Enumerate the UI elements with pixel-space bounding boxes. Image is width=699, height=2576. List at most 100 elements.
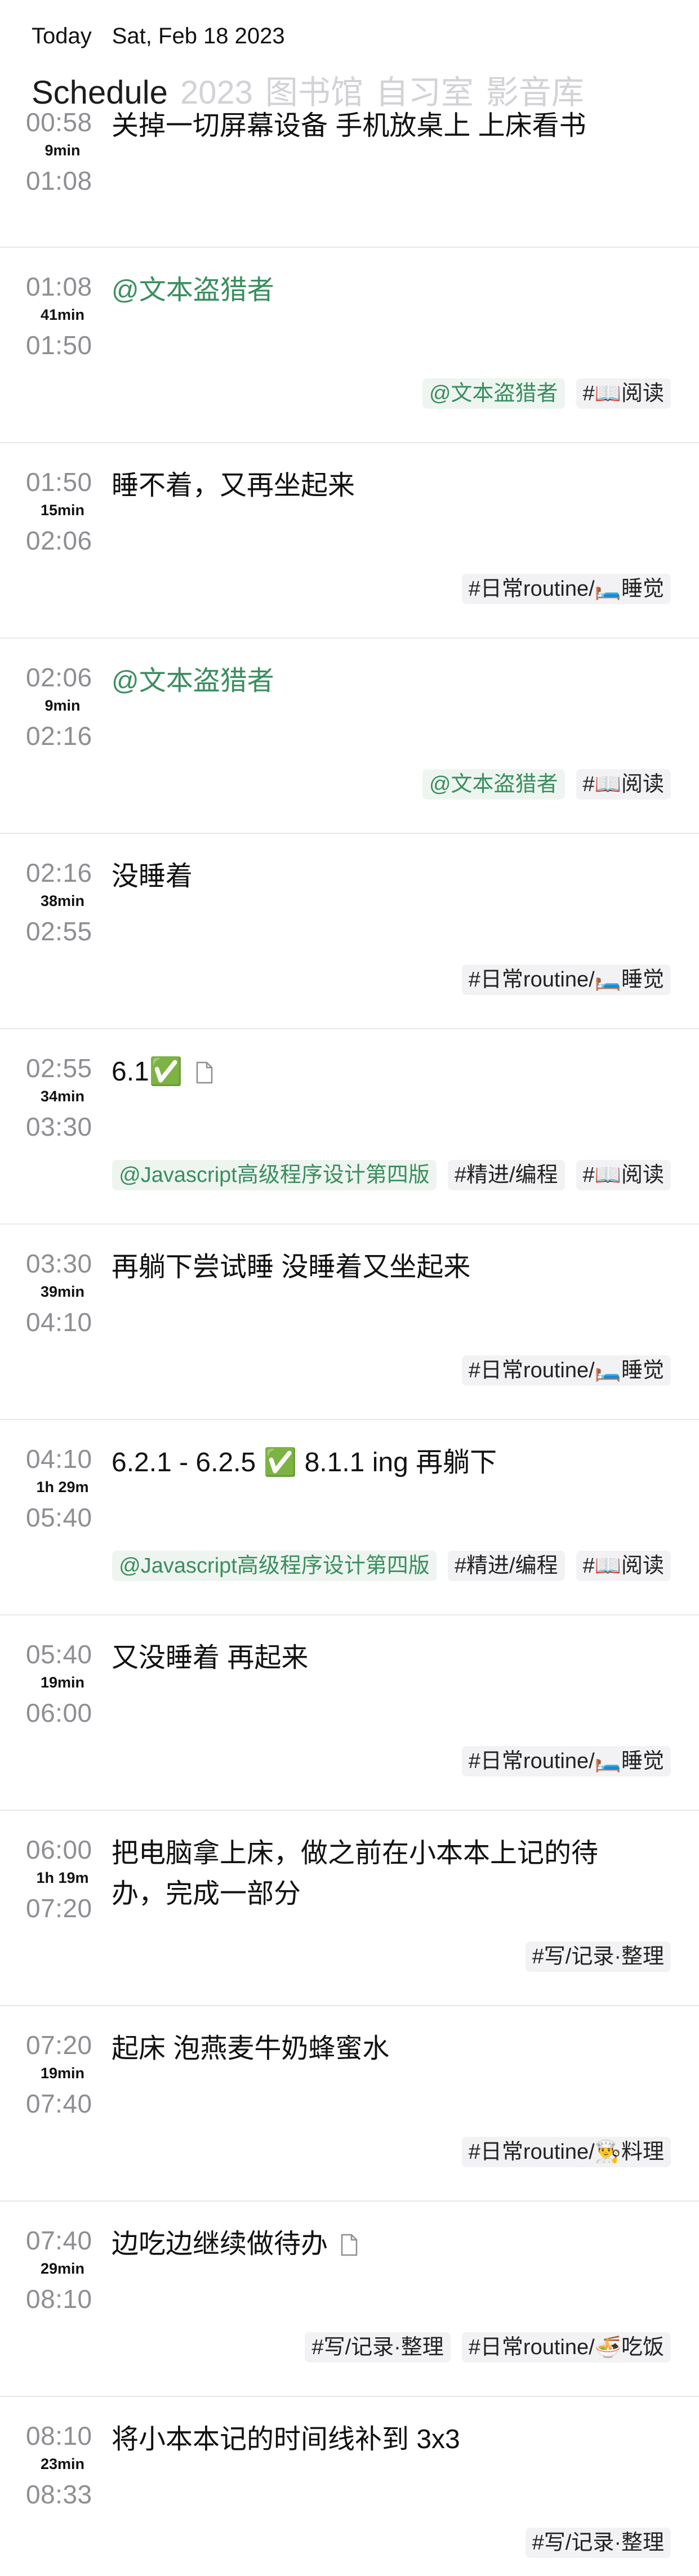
entry-title[interactable]: @文本盗猎者 [112,270,648,311]
end-time: 02:55 [26,917,92,946]
document-icon[interactable] [340,2227,358,2256]
tag-list: #日常routine/👨‍🍳料理 [461,2137,671,2167]
entry-title[interactable]: @文本盗猎者 [112,661,648,702]
tag-list: @Javascript高级程序设计第四版 #精进/编程 #📖阅读 [112,1160,671,1190]
entry-title-text: 把电脑拿上床，做之前在小本本上记的待办，完成一部分 [112,1838,599,1909]
hashtag[interactable]: #日常routine/🛏️睡觉 [461,1355,671,1386]
tag-list: @文本盗猎者 #📖阅读 [422,769,671,800]
schedule-entry[interactable]: 07:40 29min 08:10 边吃边继续做待办 #写/记录·整理 #日常routin… [0,2202,699,2397]
start-time: 08:10 [26,2421,92,2450]
today-label[interactable]: Today [32,24,92,49]
entry-title-text: 再躺下尝试睡 没睡着又坐起来 [112,1252,471,1282]
tag-list: #日常routine/🛏️睡觉 [461,574,671,604]
entry-title-text: 将小本本记的时间线补到 3x3 [112,2425,460,2454]
schedule-entry[interactable]: 05:40 19min 06:00 又没睡着 再起来 #日常routine/🛏️睡觉 [0,1615,699,1811]
entry-title-text: 关掉一切屏幕设备 手机放桌上 上床看书 [112,111,586,141]
hashtag[interactable]: #写/记录·整理 [525,1941,671,1972]
entry-title-text: 没睡着 [112,861,193,891]
entry-title[interactable]: 6.1✅ [112,1052,648,1092]
start-time: 03:30 [26,1249,92,1278]
hashtag[interactable]: #📖阅读 [576,769,671,800]
end-time: 08:33 [26,2480,92,2509]
schedule-list: 00:58 9min 01:08 关掉一切屏幕设备 手机放桌上 上床看书 01:08 41… [0,107,699,2576]
mention-tag[interactable]: @文本盗猎者 [422,378,565,409]
schedule-entry[interactable]: 02:16 38min 02:55 没睡着 #日常routine/🛏️睡觉 [0,834,699,1029]
tag-list: #写/记录·整理 [525,1941,671,1972]
hashtag[interactable]: #写/记录·整理 [525,2528,671,2558]
hashtag[interactable]: #📖阅读 [576,1551,671,1581]
entry-title-text: 6.2.1 - 6.2.5 ✅ 8.1.1 ing 再躺下 [112,1448,497,1477]
schedule-entry[interactable]: 06:00 1h 19m 07:20 把电脑拿上床，做之前在小本本上记的待办，完成一部… [0,1811,699,2006]
start-time: 02:55 [26,1053,92,1083]
start-time: 00:58 [26,108,92,137]
schedule-entry[interactable]: 01:50 15min 02:06 睡不着，又再坐起来 #日常routine/🛏️睡觉 [0,443,699,639]
start-time: 05:40 [26,1640,92,1669]
entry-title[interactable]: 再躺下尝试睡 没睡着又坐起来 [112,1247,648,1288]
hashtag[interactable]: #日常routine/🍜吃饭 [461,2332,671,2363]
schedule-entry[interactable]: 02:55 34min 03:30 6.1✅ @Javascript高级程序设计第四版 #… [0,1029,699,1225]
entry-title-text: 又没睡着 再起来 [112,1643,309,1673]
duration: 9min [44,142,81,159]
end-time: 05:40 [26,1503,92,1532]
document-icon[interactable] [195,1055,213,1084]
entry-title[interactable]: 起床 泡燕麦牛奶蜂蜜水 [112,2029,648,2069]
duration: 19min [40,1674,85,1691]
hashtag[interactable]: #📖阅读 [576,1160,671,1190]
schedule-entry[interactable]: 07:20 19min 07:40 起床 泡燕麦牛奶蜂蜜水 #日常routine/👨‍🍳… [0,2006,699,2202]
end-time: 01:50 [26,331,92,360]
start-time: 06:00 [26,1835,92,1864]
hashtag[interactable]: #日常routine/🛏️睡觉 [461,965,671,995]
mention-tag[interactable]: @Javascript高级程序设计第四版 [112,1551,437,1581]
entry-title[interactable]: 6.2.1 - 6.2.5 ✅ 8.1.1 ing 再躺下 [112,1443,648,1483]
end-time: 01:08 [26,166,92,195]
end-time: 07:40 [26,2089,92,2118]
start-time: 01:50 [26,467,92,497]
duration: 38min [40,892,85,909]
entry-title[interactable]: 将小本本记的时间线补到 3x3 [112,2419,648,2460]
end-time: 07:20 [26,1894,92,1923]
hashtag[interactable]: #日常routine/🛏️睡觉 [461,1746,671,1776]
tag-list: #写/记录·整理 [525,2528,671,2558]
start-time: 07:20 [26,2030,92,2060]
end-time: 03:30 [26,1112,92,1141]
tag-list: @文本盗猎者 #📖阅读 [422,378,671,409]
hashtag[interactable]: #日常routine/🛏️睡觉 [461,574,671,604]
start-time: 02:06 [26,663,92,692]
schedule-entry[interactable]: 00:58 9min 01:08 关掉一切屏幕设备 手机放桌上 上床看书 [0,107,699,248]
tag-list: @Javascript高级程序设计第四版 #精进/编程 #📖阅读 [112,1551,671,1581]
tag-list: #日常routine/🛏️睡觉 [461,965,671,995]
schedule-entry[interactable]: 04:10 1h 29m 05:40 6.2.1 - 6.2.5 ✅ 8.1.1 in… [0,1420,699,1615]
end-time: 08:10 [26,2284,92,2314]
entry-title-text: 6.1✅ [112,1057,183,1087]
end-time: 02:06 [26,526,92,555]
entry-title-text: 边吃边继续做待办 [112,2229,328,2259]
entry-title[interactable]: 边吃边继续做待办 [112,2224,648,2265]
entry-title[interactable]: 睡不着，又再坐起来 [112,466,648,506]
hashtag[interactable]: #写/记录·整理 [305,2332,451,2363]
tag-list: #日常routine/🛏️睡觉 [461,1355,671,1386]
hashtag[interactable]: #📖阅读 [576,378,671,409]
schedule-entry[interactable]: 02:06 9min 02:16 @文本盗猎者 @文本盗猎者 #📖阅读 [0,639,699,834]
date-line: Today Sat, Feb 18 2023 [32,24,699,49]
end-time: 06:00 [26,1698,92,1727]
schedule-entry[interactable]: 08:10 23min 08:33 将小本本记的时间线补到 3x3 #写/记录·整理 [0,2397,699,2576]
hashtag[interactable]: #日常routine/👨‍🍳料理 [461,2137,671,2167]
entry-title[interactable]: 又没睡着 再起来 [112,1638,648,1678]
duration: 29min [40,2260,85,2277]
start-time: 04:10 [26,1444,92,1474]
schedule-entry[interactable]: 03:30 39min 04:10 再躺下尝试睡 没睡着又坐起来 #日常routine/… [0,1225,699,1420]
entry-title[interactable]: 关掉一切屏幕设备 手机放桌上 上床看书 [112,106,648,146]
end-time: 04:10 [26,1307,92,1337]
schedule-entry[interactable]: 01:08 41min 01:50 @文本盗猎者 @文本盗猎者 #📖阅读 [0,248,699,443]
start-time: 07:40 [26,2226,92,2255]
mention-tag[interactable]: @Javascript高级程序设计第四版 [112,1160,437,1190]
entry-title[interactable]: 没睡着 [112,856,648,897]
entry-title[interactable]: 把电脑拿上床，做之前在小本本上记的待办，完成一部分 [112,1833,648,1914]
hashtag[interactable]: #精进/编程 [447,1160,565,1190]
mention-tag[interactable]: @文本盗猎者 [422,769,565,800]
hashtag[interactable]: #精进/编程 [447,1551,565,1581]
entry-title-text: 睡不着，又再坐起来 [112,471,355,501]
current-date[interactable]: Sat, Feb 18 2023 [112,24,285,49]
duration: 34min [40,1088,85,1105]
duration: 19min [40,2065,85,2082]
